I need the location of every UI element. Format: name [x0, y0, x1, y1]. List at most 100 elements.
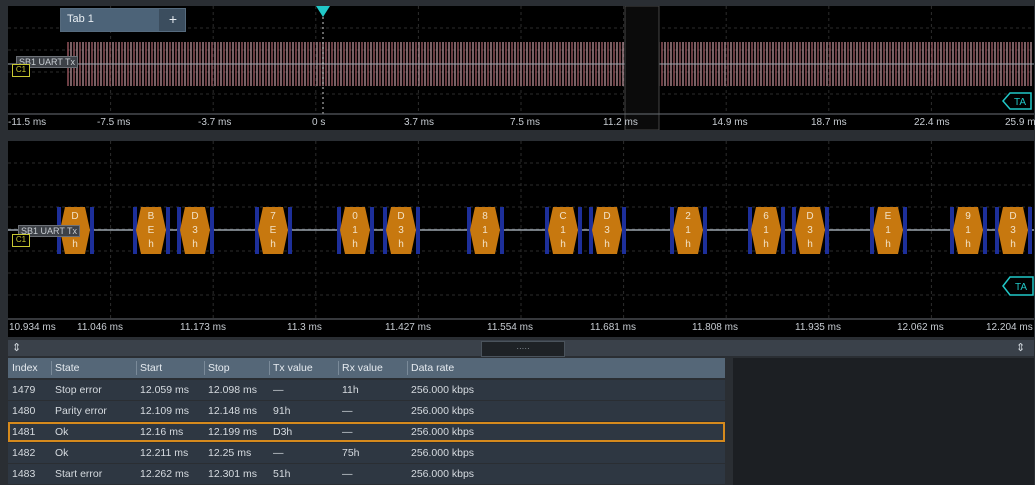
frame-char: 1 [482, 225, 488, 236]
table-cell: 12.301 ms [208, 468, 258, 480]
frame-char: h [398, 239, 404, 250]
column-separator[interactable] [204, 361, 205, 375]
frame-char: 3 [398, 225, 404, 236]
tab-1[interactable]: Tab 1 [61, 9, 159, 31]
decoded-frame: D 3 h [792, 207, 829, 254]
decoded-frame: C 1 h [545, 207, 582, 254]
table-row[interactable]: 1482 Ok 12.211 ms 12.25 ms — 75h 256.000 kbps [8, 443, 725, 463]
zoom-tick-label: 10.934 ms [9, 322, 56, 333]
column-header[interactable]: Index [12, 358, 38, 378]
splitter-handle[interactable]: ····· [481, 341, 565, 357]
overview-tick-label: 22.4 ms [914, 117, 950, 128]
column-header[interactable]: Stop [208, 358, 230, 378]
frame-char: C [559, 211, 566, 222]
frame-char: E [270, 225, 277, 236]
zoom-waveform-panel[interactable]: DXhBEhD3h7Eh01hD3h81hC1hD3h21h61hD3hE1h9… [8, 141, 1034, 337]
frame-char: 1 [885, 225, 891, 236]
overview-tick-label: 14.9 ms [712, 117, 748, 128]
trigger-position-marker[interactable] [316, 6, 330, 18]
resize-right-icon[interactable]: ⇕ [1016, 341, 1025, 354]
overview-tick-label: -11.5 ms [8, 117, 47, 128]
frame-char: 3 [1010, 225, 1016, 236]
frame-char: h [192, 239, 198, 250]
frame-char: h [482, 239, 488, 250]
table-cell: 1481 [12, 426, 36, 438]
frame-char: D [191, 211, 198, 222]
zoom-tick-label: 11.427 ms [385, 322, 431, 333]
frame-char: E [148, 225, 155, 236]
frame-end-bar [983, 207, 987, 254]
zoom-channel-tag: C1 [12, 234, 30, 247]
zoom-tick-label: 11.681 ms [590, 322, 636, 333]
overview-tick-label: -7.5 ms [97, 117, 131, 128]
frame-char: 1 [965, 225, 971, 236]
table-row[interactable]: 1481 Ok 12.16 ms 12.199 ms D3h — 256.000 kbps [8, 422, 725, 442]
table-cell: — [342, 468, 353, 480]
table-cell: Ok [55, 447, 69, 459]
column-header[interactable]: Rx value [342, 358, 383, 378]
table-cell: 12.211 ms [140, 447, 189, 459]
column-header[interactable]: Start [140, 358, 162, 378]
frame-char: 6 [763, 211, 769, 222]
overview-tick-label: 25.9 ms [1005, 117, 1035, 128]
decode-table-area: ⇕ ····· ⇕ Index State Start Stop Tx value Rx … [8, 340, 1034, 485]
frame-char: h [148, 239, 154, 250]
decoded-frame: D 3 h [589, 207, 626, 254]
table-row[interactable]: 1479 Stop error 12.059 ms 12.098 ms — 11h 256.… [8, 380, 725, 400]
tab-bar: Tab 1 + [60, 8, 186, 32]
resize-left-icon[interactable]: ⇕ [12, 341, 21, 354]
table-cell: 12.25 ms [208, 447, 252, 459]
decoded-frame: 6 1 h [748, 207, 785, 254]
zoom-tick-label: 11.935 ms [795, 322, 841, 333]
column-header[interactable]: Tx value [273, 358, 313, 378]
frame-end-bar [500, 207, 504, 254]
zoom-tick-label: 11.3 ms [287, 322, 322, 333]
table-cell: 1480 [12, 405, 36, 417]
table-cell: 12.059 ms [140, 384, 190, 396]
overview-tick-label: 7.5 ms [510, 117, 541, 128]
decoded-frame: 9 1 h [950, 207, 987, 254]
decoded-frame: BEh [133, 207, 170, 254]
column-separator[interactable] [51, 361, 52, 375]
column-separator[interactable] [269, 361, 270, 375]
overview-tick-label: 3.7 ms [404, 117, 435, 128]
column-header[interactable]: State [55, 358, 80, 378]
column-separator[interactable] [407, 361, 408, 375]
add-tab-button[interactable]: + [161, 9, 185, 31]
frame-end-bar [781, 207, 785, 254]
column-separator[interactable] [338, 361, 339, 375]
table-cell: 256.000 kbps [411, 405, 475, 417]
table-empty-area [733, 358, 1034, 485]
frame-char: 2 [685, 211, 691, 222]
frame-end-bar [622, 207, 626, 254]
frame-char: h [965, 239, 971, 250]
overview-ta-marker[interactable]: TA [1002, 92, 1032, 110]
frame-char: h [1010, 239, 1016, 250]
frame-char: D [397, 211, 404, 222]
frame-char: 3 [604, 225, 610, 236]
frame-char: h [807, 239, 813, 250]
zoom-tick-label: 11.808 ms [692, 322, 738, 333]
column-header[interactable]: Data rate [411, 358, 454, 378]
overview-tick-label: 11.2 ms [603, 117, 638, 128]
zoom-ta-marker[interactable]: TA [1002, 276, 1034, 296]
table-row[interactable]: 1483 Start error 12.262 ms 12.301 ms 51h — 256… [8, 464, 725, 484]
frame-char: 1 [560, 225, 566, 236]
frame-end-bar [210, 207, 214, 254]
table-toolbar: ⇕ ····· ⇕ [8, 340, 1034, 357]
table-cell: 1479 [12, 384, 36, 396]
frame-char: 0 [352, 211, 358, 222]
frame-char: D [71, 211, 78, 222]
table-cell: 12.109 ms [140, 405, 190, 417]
table-cell: 12.16 ms [140, 426, 184, 438]
frame-char: 1 [685, 225, 691, 236]
decoded-frame: D 3 h [995, 207, 1032, 254]
frame-char: B [148, 211, 155, 222]
frame-char: 1 [352, 225, 358, 236]
table-cell: 1483 [12, 468, 36, 480]
zoom-waveform: DXhBEhD3h7Eh01hD3h81hC1hD3h21h61hD3hE1h9… [8, 141, 1034, 320]
decoded-frame: D 3 h [383, 207, 420, 254]
zoom-tick-label: 11.554 ms [487, 322, 533, 333]
column-separator[interactable] [136, 361, 137, 375]
table-row[interactable]: 1480 Parity error 12.109 ms 12.148 ms 91h — 25… [8, 401, 725, 421]
